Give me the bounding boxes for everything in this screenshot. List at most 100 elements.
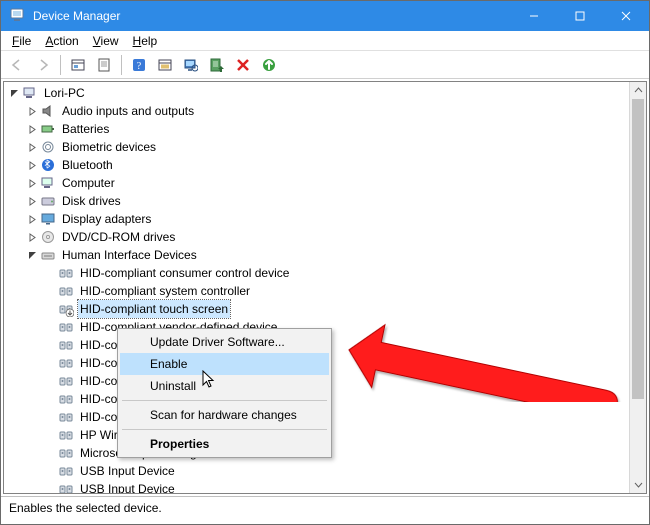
status-text: Enables the selected device. [9, 501, 162, 515]
scroll-thumb[interactable] [632, 99, 644, 399]
maximize-button[interactable] [557, 1, 603, 31]
tree-root[interactable]: Lori-PC [6, 84, 646, 102]
close-button[interactable] [603, 1, 649, 31]
help-button[interactable]: ? [127, 53, 151, 77]
install-legacy-button[interactable] [257, 53, 281, 77]
ctx-uninstall[interactable]: Uninstall [120, 375, 329, 397]
tree-item-hid-touch[interactable]: HID-compliant touch screen [6, 300, 646, 318]
window-title: Device Manager [33, 9, 120, 23]
expand-twisty-icon[interactable] [24, 247, 40, 263]
hid-icon [58, 445, 74, 461]
tree-item-usb-2[interactable]: USB Input Device [6, 480, 646, 494]
hidcat-icon [40, 247, 56, 263]
ctx-separator [122, 429, 327, 430]
properties-button[interactable] [92, 53, 116, 77]
context-menu: Update Driver Software... Enable Uninsta… [117, 328, 332, 458]
tree-category-label: Batteries [60, 120, 111, 138]
tree-category-label: Computer [60, 174, 117, 192]
tree-root-label: Lori-PC [42, 84, 87, 102]
tree-category-display[interactable]: Display adapters [6, 210, 646, 228]
hid-icon [58, 391, 74, 407]
hid-icon [58, 427, 74, 443]
collapse-twisty-icon[interactable] [24, 139, 40, 155]
toolbar-separator [60, 55, 61, 75]
collapse-twisty-icon[interactable] [24, 157, 40, 173]
hid-icon [58, 265, 74, 281]
tree-category-label: Disk drives [60, 192, 123, 210]
vertical-scrollbar[interactable] [629, 82, 646, 493]
disk-icon [40, 193, 56, 209]
scroll-up-button[interactable] [630, 82, 646, 99]
ctx-properties[interactable]: Properties [120, 433, 329, 455]
bluetooth-icon [40, 157, 56, 173]
content-area: Lori-PC Audio inputs and outputs Batteri… [1, 79, 649, 496]
dvd-icon [40, 229, 56, 245]
expand-twisty-icon[interactable] [6, 85, 22, 101]
tree-category-audio[interactable]: Audio inputs and outputs [6, 102, 646, 120]
device-tree[interactable]: Lori-PC Audio inputs and outputs Batteri… [3, 81, 647, 494]
collapse-twisty-icon[interactable] [24, 175, 40, 191]
hid-icon [58, 373, 74, 389]
tree-item-label: USB Input Device [78, 462, 177, 480]
hid-icon [58, 319, 74, 335]
title-bar: Device Manager [1, 1, 649, 31]
tree-item-label: USB Input Device [78, 480, 177, 494]
tree-category-batteries[interactable]: Batteries [6, 120, 646, 138]
pc-icon [22, 85, 38, 101]
tree-category-biometric[interactable]: Biometric devices [6, 138, 646, 156]
tree-item-usb-1[interactable]: USB Input Device [6, 462, 646, 480]
menu-bar: File Action View Help [1, 31, 649, 51]
collapse-twisty-icon[interactable] [24, 193, 40, 209]
tree-item-hid-ccd[interactable]: HID-compliant consumer control device [6, 264, 646, 282]
hid-icon [58, 463, 74, 479]
tree-category-hid[interactable]: Human Interface Devices [6, 246, 646, 264]
tree-category-label: DVD/CD-ROM drives [60, 228, 177, 246]
tree-category-label: Human Interface Devices [60, 246, 199, 264]
tree-item-hid-sys[interactable]: HID-compliant system controller [6, 282, 646, 300]
tree-item-label: HID-compliant consumer control device [78, 264, 291, 282]
tree-category-dvd[interactable]: DVD/CD-ROM drives [6, 228, 646, 246]
hid-icon [58, 409, 74, 425]
tree-category-label: Display adapters [60, 210, 153, 228]
batteries-icon [40, 121, 56, 137]
back-button [5, 53, 29, 77]
menu-file[interactable]: File [5, 32, 38, 50]
ctx-scan-hardware[interactable]: Scan for hardware changes [120, 404, 329, 426]
tree-category-bluetooth[interactable]: Bluetooth [6, 156, 646, 174]
enable-device-button[interactable] [205, 53, 229, 77]
tree-category-label: Biometric devices [60, 138, 158, 156]
collapse-twisty-icon[interactable] [24, 229, 40, 245]
menu-view[interactable]: View [86, 32, 126, 50]
tree-category-computer[interactable]: Computer [6, 174, 646, 192]
collapse-twisty-icon[interactable] [24, 211, 40, 227]
toolbar: ? [1, 51, 649, 79]
update-driver-button[interactable] [153, 53, 177, 77]
tree-category-label: Bluetooth [60, 156, 115, 174]
ctx-enable[interactable]: Enable [120, 353, 329, 375]
hid-icon [58, 355, 74, 371]
svg-text:?: ? [137, 61, 142, 72]
hid-icon [58, 301, 74, 317]
audio-icon [40, 103, 56, 119]
uninstall-button[interactable] [231, 53, 255, 77]
status-bar: Enables the selected device. [1, 496, 649, 522]
menu-help[interactable]: Help [126, 32, 165, 50]
collapse-twisty-icon[interactable] [24, 121, 40, 137]
tree-item-label: HID-compliant touch screen [78, 300, 230, 318]
tree-category-disk[interactable]: Disk drives [6, 192, 646, 210]
tree-category-label: Audio inputs and outputs [60, 102, 196, 120]
scan-hardware-button[interactable] [179, 53, 203, 77]
ctx-separator [122, 400, 327, 401]
tree-item-label: HID-compliant system controller [78, 282, 252, 300]
show-hidden-button[interactable] [66, 53, 90, 77]
display-icon [40, 211, 56, 227]
toolbar-separator [121, 55, 122, 75]
scroll-down-button[interactable] [630, 476, 646, 493]
computer-icon [40, 175, 56, 191]
collapse-twisty-icon[interactable] [24, 103, 40, 119]
app-icon [9, 7, 25, 26]
minimize-button[interactable] [511, 1, 557, 31]
menu-action[interactable]: Action [38, 32, 85, 50]
ctx-update-driver[interactable]: Update Driver Software... [120, 331, 329, 353]
hid-icon [58, 481, 74, 494]
